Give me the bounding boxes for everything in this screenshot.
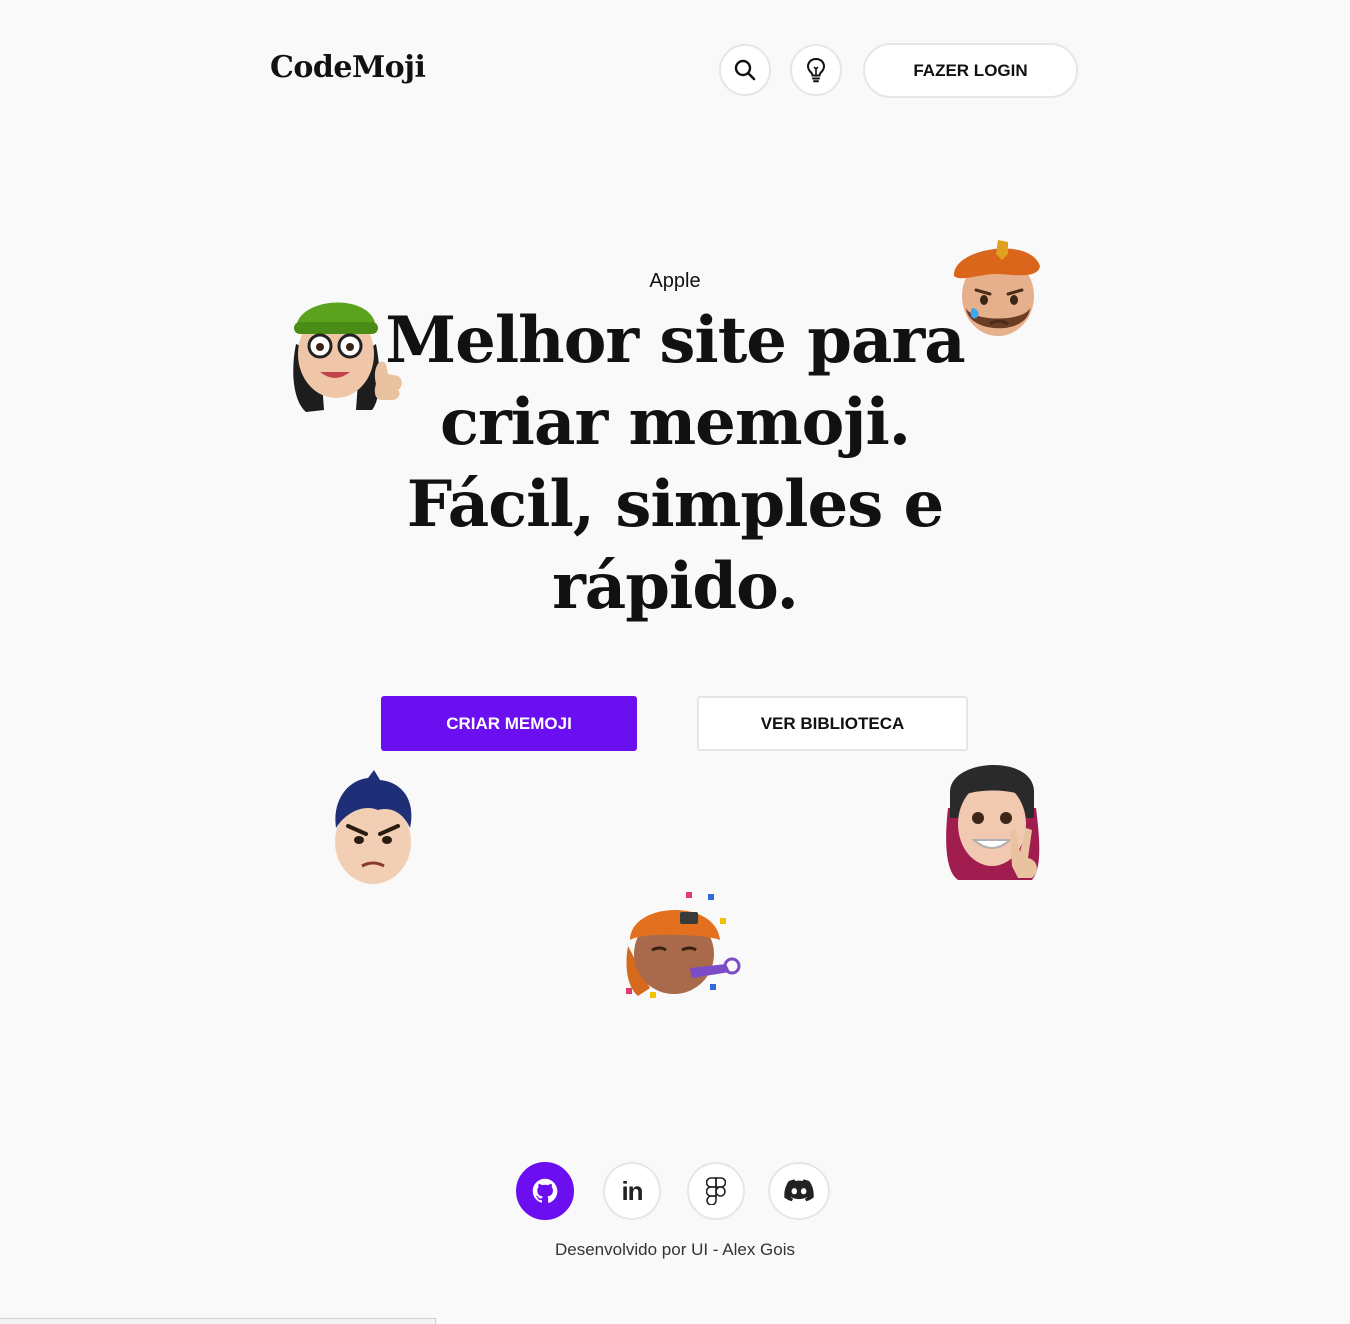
memoji-angry-blue-hair xyxy=(335,770,412,884)
linkedin-icon: in xyxy=(621,1175,643,1206)
footer-credit: Desenvolvido por UI - Alex Gois xyxy=(555,1240,795,1259)
hero-headline: Melhor site para criar memoji. Fácil, si… xyxy=(375,300,975,628)
github-icon xyxy=(532,1178,558,1203)
headline-line: criar memoji. xyxy=(439,385,911,460)
memoji-peace-sign-braces xyxy=(946,764,1040,880)
search-icon xyxy=(734,59,756,81)
linkedin-button[interactable]: in xyxy=(603,1162,661,1220)
lightbulb-icon xyxy=(806,57,826,83)
ideas-button[interactable] xyxy=(790,44,842,96)
login-button[interactable]: FAZER LOGIN xyxy=(863,43,1078,98)
headline-line: rápido. xyxy=(552,549,799,624)
logo[interactable]: CodeMoji xyxy=(270,50,426,85)
create-memoji-button[interactable]: CRIAR MEMOJI xyxy=(381,696,637,751)
page: CodeMoji FAZER LOGIN Apple Melhor site p… xyxy=(0,0,1350,1324)
search-button[interactable] xyxy=(719,44,771,96)
headline-line: Melhor site para xyxy=(385,303,965,378)
figma-button[interactable] xyxy=(687,1162,745,1220)
view-library-button[interactable]: VER BIBLIOTECA xyxy=(697,696,968,751)
status-bar xyxy=(0,1318,436,1324)
hero-eyebrow: Apple xyxy=(649,270,701,292)
discord-button[interactable] xyxy=(768,1162,830,1220)
memoji-crying-orange-beret xyxy=(953,240,1040,336)
github-button[interactable] xyxy=(516,1162,574,1220)
headline-line: Fácil, simples e xyxy=(406,467,944,542)
memoji-green-beanie-glasses-thumbs-up xyxy=(293,302,402,412)
figma-icon xyxy=(706,1177,726,1205)
memoji-party-horn-orange-cap xyxy=(626,892,741,998)
discord-icon xyxy=(784,1179,814,1202)
